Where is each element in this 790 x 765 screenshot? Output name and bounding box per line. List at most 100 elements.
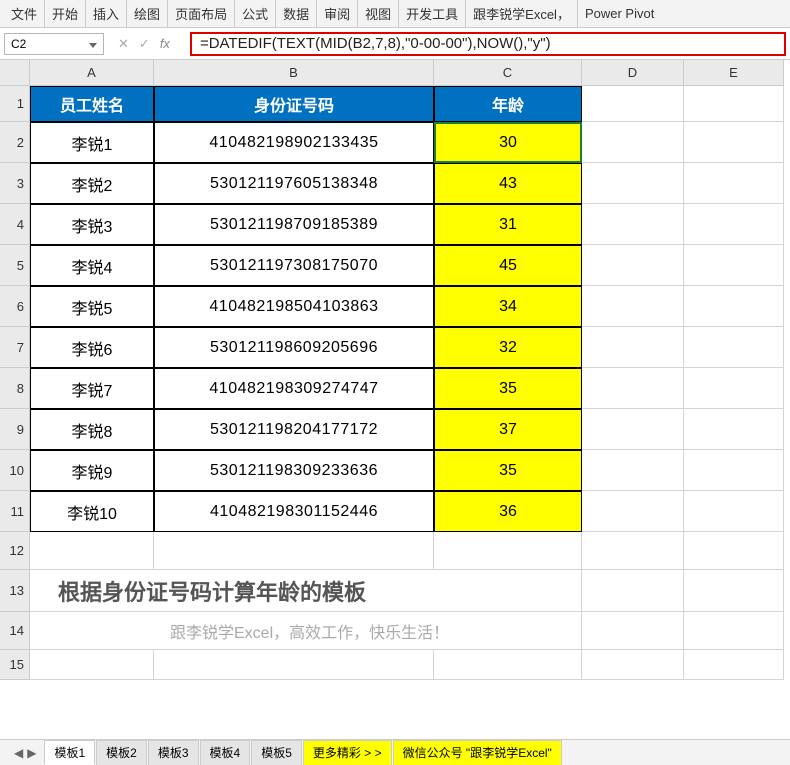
cell[interactable] (30, 532, 154, 570)
name-cell[interactable]: 李锐5 (30, 286, 154, 327)
cell[interactable] (582, 204, 684, 245)
id-cell[interactable]: 530121198709185389 (154, 204, 434, 245)
age-cell[interactable]: 34 (434, 286, 582, 327)
cell[interactable] (154, 650, 434, 680)
sheet-tab[interactable]: 更多精彩 > > (303, 740, 392, 765)
name-cell[interactable]: 李锐8 (30, 409, 154, 450)
fx-icon[interactable]: fx (160, 36, 176, 51)
column-header[interactable]: C (434, 60, 582, 86)
confirm-icon[interactable]: ✓ (139, 36, 150, 52)
cell[interactable] (434, 532, 582, 570)
name-cell[interactable]: 李锐3 (30, 204, 154, 245)
row-header[interactable]: 7 (0, 327, 30, 368)
ribbon-tab[interactable]: 开发工具 (399, 0, 466, 27)
ribbon-tab[interactable]: 开始 (45, 0, 86, 27)
id-cell[interactable]: 410482198301152446 (154, 491, 434, 532)
name-cell[interactable]: 李锐10 (30, 491, 154, 532)
sheet-tab[interactable]: 微信公众号 "跟李锐学Excel" (393, 740, 562, 765)
row-header[interactable]: 8 (0, 368, 30, 409)
name-cell[interactable]: 李锐2 (30, 163, 154, 204)
column-header[interactable]: B (154, 60, 434, 86)
id-cell[interactable]: 530121198609205696 (154, 327, 434, 368)
cell[interactable] (684, 368, 784, 409)
cell[interactable] (582, 570, 684, 612)
cell[interactable] (684, 327, 784, 368)
cell[interactable] (582, 532, 684, 570)
row-header[interactable]: 3 (0, 163, 30, 204)
row-header[interactable]: 12 (0, 532, 30, 570)
cell[interactable] (684, 204, 784, 245)
sheet-tab[interactable]: 模板1 (44, 740, 95, 765)
name-cell[interactable]: 李锐9 (30, 450, 154, 491)
cell[interactable] (582, 409, 684, 450)
id-cell[interactable]: 410482198309274747 (154, 368, 434, 409)
cell[interactable] (684, 612, 784, 650)
sheet-tab[interactable]: 模板3 (148, 740, 199, 765)
sheet-tab[interactable]: 模板5 (251, 740, 302, 765)
age-cell[interactable]: 32 (434, 327, 582, 368)
sheet-tab[interactable]: 模板2 (96, 740, 147, 765)
name-cell[interactable]: 李锐4 (30, 245, 154, 286)
row-header[interactable]: 2 (0, 122, 30, 163)
cell[interactable] (684, 532, 784, 570)
ribbon-tab[interactable]: 绘图 (127, 0, 168, 27)
header-cell[interactable]: 身份证号码 (154, 86, 434, 122)
cell[interactable] (582, 327, 684, 368)
id-cell[interactable]: 410482198902133435 (154, 122, 434, 163)
age-cell[interactable]: 35 (434, 368, 582, 409)
cell[interactable] (154, 532, 434, 570)
cell[interactable] (684, 409, 784, 450)
cell[interactable] (582, 450, 684, 491)
id-cell[interactable]: 530121197605138348 (154, 163, 434, 204)
cell[interactable] (684, 286, 784, 327)
ribbon-tab[interactable]: Power Pivot (578, 2, 661, 25)
header-cell[interactable]: 年龄 (434, 86, 582, 122)
tab-nav-arrows[interactable]: ◀ ▶ (6, 746, 44, 760)
row-header[interactable]: 14 (0, 612, 30, 650)
cell[interactable] (684, 650, 784, 680)
cell[interactable] (684, 245, 784, 286)
cell[interactable] (434, 650, 582, 680)
age-cell[interactable]: 31 (434, 204, 582, 245)
row-header[interactable]: 5 (0, 245, 30, 286)
name-cell[interactable]: 李锐6 (30, 327, 154, 368)
name-cell[interactable]: 李锐7 (30, 368, 154, 409)
cell[interactable] (582, 122, 684, 163)
column-header[interactable]: A (30, 60, 154, 86)
cell[interactable] (582, 650, 684, 680)
cell[interactable] (684, 86, 784, 122)
age-cell[interactable]: 43 (434, 163, 582, 204)
age-cell[interactable]: 36 (434, 491, 582, 532)
age-cell[interactable]: 45 (434, 245, 582, 286)
cell[interactable] (582, 612, 684, 650)
cancel-icon[interactable]: ✕ (118, 36, 129, 52)
row-header[interactable]: 11 (0, 491, 30, 532)
cell[interactable] (582, 491, 684, 532)
cell[interactable] (684, 163, 784, 204)
cell[interactable] (582, 245, 684, 286)
select-all-corner[interactable] (0, 60, 30, 86)
id-cell[interactable]: 530121197308175070 (154, 245, 434, 286)
age-cell[interactable]: 37 (434, 409, 582, 450)
ribbon-tab[interactable]: 视图 (358, 0, 399, 27)
row-header[interactable]: 6 (0, 286, 30, 327)
ribbon-tab[interactable]: 页面布局 (168, 0, 235, 27)
ribbon-tab[interactable]: 审阅 (317, 0, 358, 27)
cell[interactable] (582, 286, 684, 327)
cell[interactable] (582, 163, 684, 204)
row-header[interactable]: 13 (0, 570, 30, 612)
row-header[interactable]: 4 (0, 204, 30, 245)
cell[interactable] (684, 450, 784, 491)
age-cell[interactable]: 35 (434, 450, 582, 491)
ribbon-tab[interactable]: 插入 (86, 0, 127, 27)
formula-bar[interactable]: =DATEDIF(TEXT(MID(B2,7,8),"0-00-00"),NOW… (190, 32, 786, 56)
id-cell[interactable]: 530121198309233636 (154, 450, 434, 491)
row-header[interactable]: 9 (0, 409, 30, 450)
nav-right-icon[interactable]: ▶ (27, 746, 36, 760)
id-cell[interactable]: 530121198204177172 (154, 409, 434, 450)
row-header[interactable]: 15 (0, 650, 30, 680)
subtitle-cell[interactable]: 跟李锐学Excel，高效工作，快乐生活！ (30, 612, 582, 650)
nav-left-icon[interactable]: ◀ (14, 746, 23, 760)
cell[interactable] (30, 650, 154, 680)
column-header[interactable]: D (582, 60, 684, 86)
